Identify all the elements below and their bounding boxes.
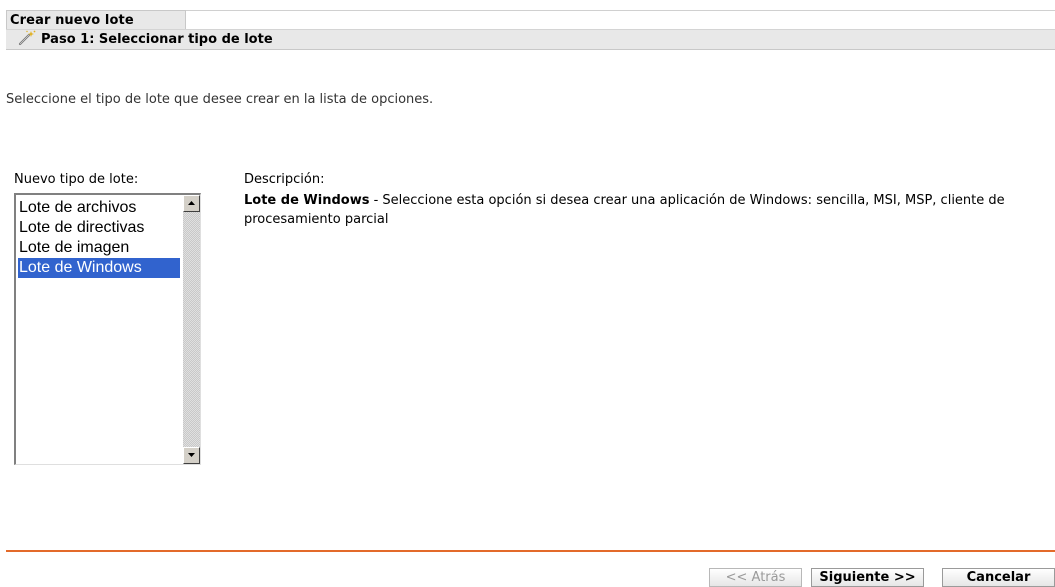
bundle-type-label: Nuevo tipo de lote: <box>14 172 139 187</box>
bundle-type-listbox[interactable]: Lote de archivos Lote de directivas Lote… <box>14 193 201 465</box>
list-item-policy-bundle[interactable]: Lote de directivas <box>18 218 180 238</box>
description-text: Lote de Windows - Seleccione esta opción… <box>244 191 1024 229</box>
next-button[interactable]: Siguiente >> <box>811 568 924 587</box>
step-title: Paso 1: Seleccionar tipo de lote <box>41 32 273 47</box>
step-header: Paso 1: Seleccionar tipo de lote <box>6 29 1055 50</box>
description-title: Lote de Windows <box>244 193 370 208</box>
footer-divider <box>6 550 1055 552</box>
scroll-up-button[interactable] <box>183 195 200 212</box>
list-item-image-bundle[interactable]: Lote de imagen <box>18 238 180 258</box>
cancel-button[interactable]: Cancelar <box>942 568 1055 587</box>
description-label: Descripción: <box>244 172 325 187</box>
listbox-scrollbar[interactable] <box>183 195 200 464</box>
arrow-up-icon <box>188 201 195 205</box>
list-item-file-bundle[interactable]: Lote de archivos <box>18 198 180 218</box>
wand-icon <box>18 30 36 46</box>
back-button[interactable]: << Atrás <box>709 568 802 587</box>
instruction-text: Seleccione el tipo de lote que desee cre… <box>6 92 434 107</box>
title-divider <box>186 10 1055 11</box>
arrow-down-icon <box>188 453 195 457</box>
page-title: Crear nuevo lote <box>6 10 186 29</box>
list-item-windows-bundle[interactable]: Lote de Windows <box>18 258 180 278</box>
scroll-down-button[interactable] <box>183 447 200 464</box>
